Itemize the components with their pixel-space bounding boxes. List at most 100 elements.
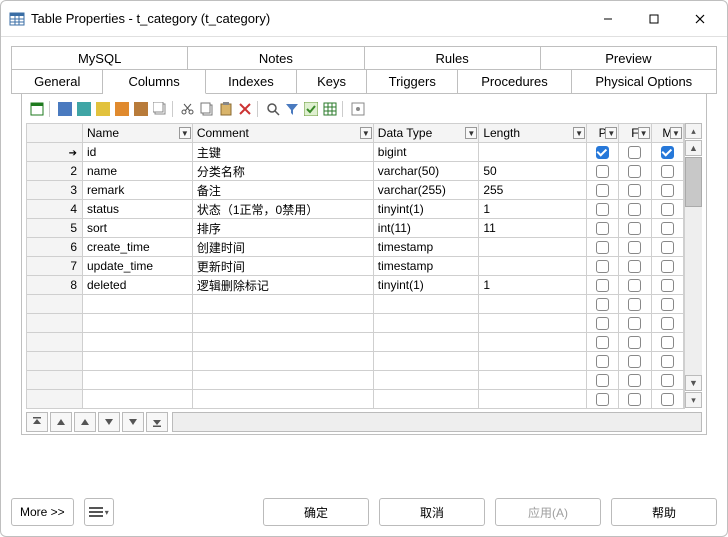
checkbox-f[interactable] xyxy=(628,184,641,197)
cell-name[interactable]: deleted xyxy=(83,276,193,295)
table-row[interactable]: 6create_time创建时间timestamp xyxy=(27,238,684,257)
cell-len[interactable]: 11 xyxy=(479,219,587,238)
table-row-empty[interactable] xyxy=(27,352,684,371)
col-header-row[interactable] xyxy=(27,124,83,143)
cell-comment[interactable]: 创建时间 xyxy=(192,238,373,257)
tab-general[interactable]: General xyxy=(11,69,103,94)
move-top-button[interactable] xyxy=(26,412,48,432)
scroll-track[interactable] xyxy=(685,157,702,375)
check-green-icon[interactable] xyxy=(302,100,320,118)
checkbox[interactable] xyxy=(596,393,609,406)
maximize-button[interactable] xyxy=(631,4,677,34)
checkbox-m[interactable] xyxy=(661,241,674,254)
move-bottom-button[interactable] xyxy=(146,412,168,432)
customize-icon[interactable] xyxy=(349,100,367,118)
checkbox[interactable] xyxy=(596,336,609,349)
cell-len[interactable]: 255 xyxy=(479,181,587,200)
cell-comment[interactable]: 状态（1正常，0禁用） xyxy=(192,200,373,219)
col-header-Name[interactable]: Name▼ xyxy=(83,124,193,143)
table-row[interactable]: ➔id主键bigint xyxy=(27,143,684,162)
tab-physical-options[interactable]: Physical Options xyxy=(572,69,717,94)
copy-icon[interactable] xyxy=(198,100,216,118)
cell-dtype[interactable]: varchar(50) xyxy=(373,162,479,181)
delete-icon[interactable] xyxy=(236,100,254,118)
checkbox-m[interactable] xyxy=(661,146,674,159)
move-down-alt-button[interactable] xyxy=(122,412,144,432)
grid-copy-icon[interactable] xyxy=(151,100,169,118)
cell-name[interactable]: sort xyxy=(83,219,193,238)
cell-name[interactable]: status xyxy=(83,200,193,219)
checkbox-m[interactable] xyxy=(661,222,674,235)
checkbox[interactable] xyxy=(596,355,609,368)
col-header-Length[interactable]: Length▼ xyxy=(479,124,587,143)
cell-dtype[interactable]: int(11) xyxy=(373,219,479,238)
cell-dtype[interactable]: timestamp xyxy=(373,257,479,276)
menu-button[interactable]: ▾ xyxy=(84,498,114,526)
checkbox[interactable] xyxy=(628,393,641,406)
checkbox-f[interactable] xyxy=(628,222,641,235)
cell-len[interactable] xyxy=(479,257,587,276)
cell-comment[interactable]: 排序 xyxy=(192,219,373,238)
col-header-F[interactable]: F▼ xyxy=(619,124,651,143)
cell-name[interactable]: create_time xyxy=(83,238,193,257)
ok-button[interactable]: 确定 xyxy=(263,498,369,526)
cell-dtype[interactable]: timestamp xyxy=(373,238,479,257)
tab-preview[interactable]: Preview xyxy=(541,46,717,70)
tab-rules[interactable]: Rules xyxy=(365,46,541,70)
checkbox-p[interactable] xyxy=(596,203,609,216)
cut-icon[interactable] xyxy=(179,100,197,118)
close-button[interactable] xyxy=(677,4,723,34)
cell-len[interactable]: 50 xyxy=(479,162,587,181)
grid-blue-icon[interactable] xyxy=(56,100,74,118)
tab-columns[interactable]: Columns xyxy=(103,69,205,94)
filter-icon[interactable] xyxy=(283,100,301,118)
cell-comment[interactable]: 逻辑删除标记 xyxy=(192,276,373,295)
tab-triggers[interactable]: Triggers xyxy=(367,69,458,94)
cell-comment[interactable]: 主键 xyxy=(192,143,373,162)
table-row-empty[interactable] xyxy=(27,295,684,314)
table-row-empty[interactable] xyxy=(27,390,684,409)
checkbox-f[interactable] xyxy=(628,146,641,159)
horizontal-scrollbar[interactable] xyxy=(172,412,702,432)
col-header-Comment[interactable]: Comment▼ xyxy=(192,124,373,143)
cell-dtype[interactable]: tinyint(1) xyxy=(373,276,479,295)
scroll-end-icon[interactable]: ▾ xyxy=(685,392,702,408)
checkbox-p[interactable] xyxy=(596,279,609,292)
cell-len[interactable]: 1 xyxy=(479,200,587,219)
grid-teal-icon[interactable] xyxy=(75,100,93,118)
checkbox[interactable] xyxy=(661,298,674,311)
checkbox-p[interactable] xyxy=(596,260,609,273)
checkbox[interactable] xyxy=(628,355,641,368)
table-row[interactable]: 7update_time更新时间timestamp xyxy=(27,257,684,276)
checkbox-p[interactable] xyxy=(596,241,609,254)
cell-comment[interactable]: 更新时间 xyxy=(192,257,373,276)
scroll-down-icon[interactable]: ▼ xyxy=(685,375,702,391)
more-button[interactable]: More >> xyxy=(11,498,74,526)
spreadsheet-icon[interactable] xyxy=(321,100,339,118)
checkbox[interactable] xyxy=(661,374,674,387)
col-header-P[interactable]: P▼ xyxy=(587,124,619,143)
checkbox[interactable] xyxy=(596,317,609,330)
checkbox[interactable] xyxy=(661,355,674,368)
cell-dtype[interactable]: tinyint(1) xyxy=(373,200,479,219)
checkbox-m[interactable] xyxy=(661,279,674,292)
cell-name[interactable]: update_time xyxy=(83,257,193,276)
move-up-alt-button[interactable] xyxy=(74,412,96,432)
scroll-up-icon[interactable]: ▲ xyxy=(685,140,702,156)
cell-len[interactable] xyxy=(479,238,587,257)
table-row[interactable]: 5sort排序int(11)11 xyxy=(27,219,684,238)
checkbox-m[interactable] xyxy=(661,184,674,197)
cell-comment[interactable]: 备注 xyxy=(192,181,373,200)
checkbox[interactable] xyxy=(661,393,674,406)
checkbox-f[interactable] xyxy=(628,203,641,216)
move-up-button[interactable] xyxy=(50,412,72,432)
vertical-scrollbar[interactable]: ▴ ▲ ▼ ▾ xyxy=(684,123,702,409)
cell-name[interactable]: remark xyxy=(83,181,193,200)
checkbox-m[interactable] xyxy=(661,165,674,178)
checkbox-p[interactable] xyxy=(596,165,609,178)
table-row[interactable]: 4status状态（1正常，0禁用）tinyint(1)1 xyxy=(27,200,684,219)
cancel-button[interactable]: 取消 xyxy=(379,498,485,526)
cell-len[interactable]: 1 xyxy=(479,276,587,295)
tab-mysql[interactable]: MySQL xyxy=(11,46,188,70)
scroll-home-icon[interactable]: ▴ xyxy=(685,123,702,139)
